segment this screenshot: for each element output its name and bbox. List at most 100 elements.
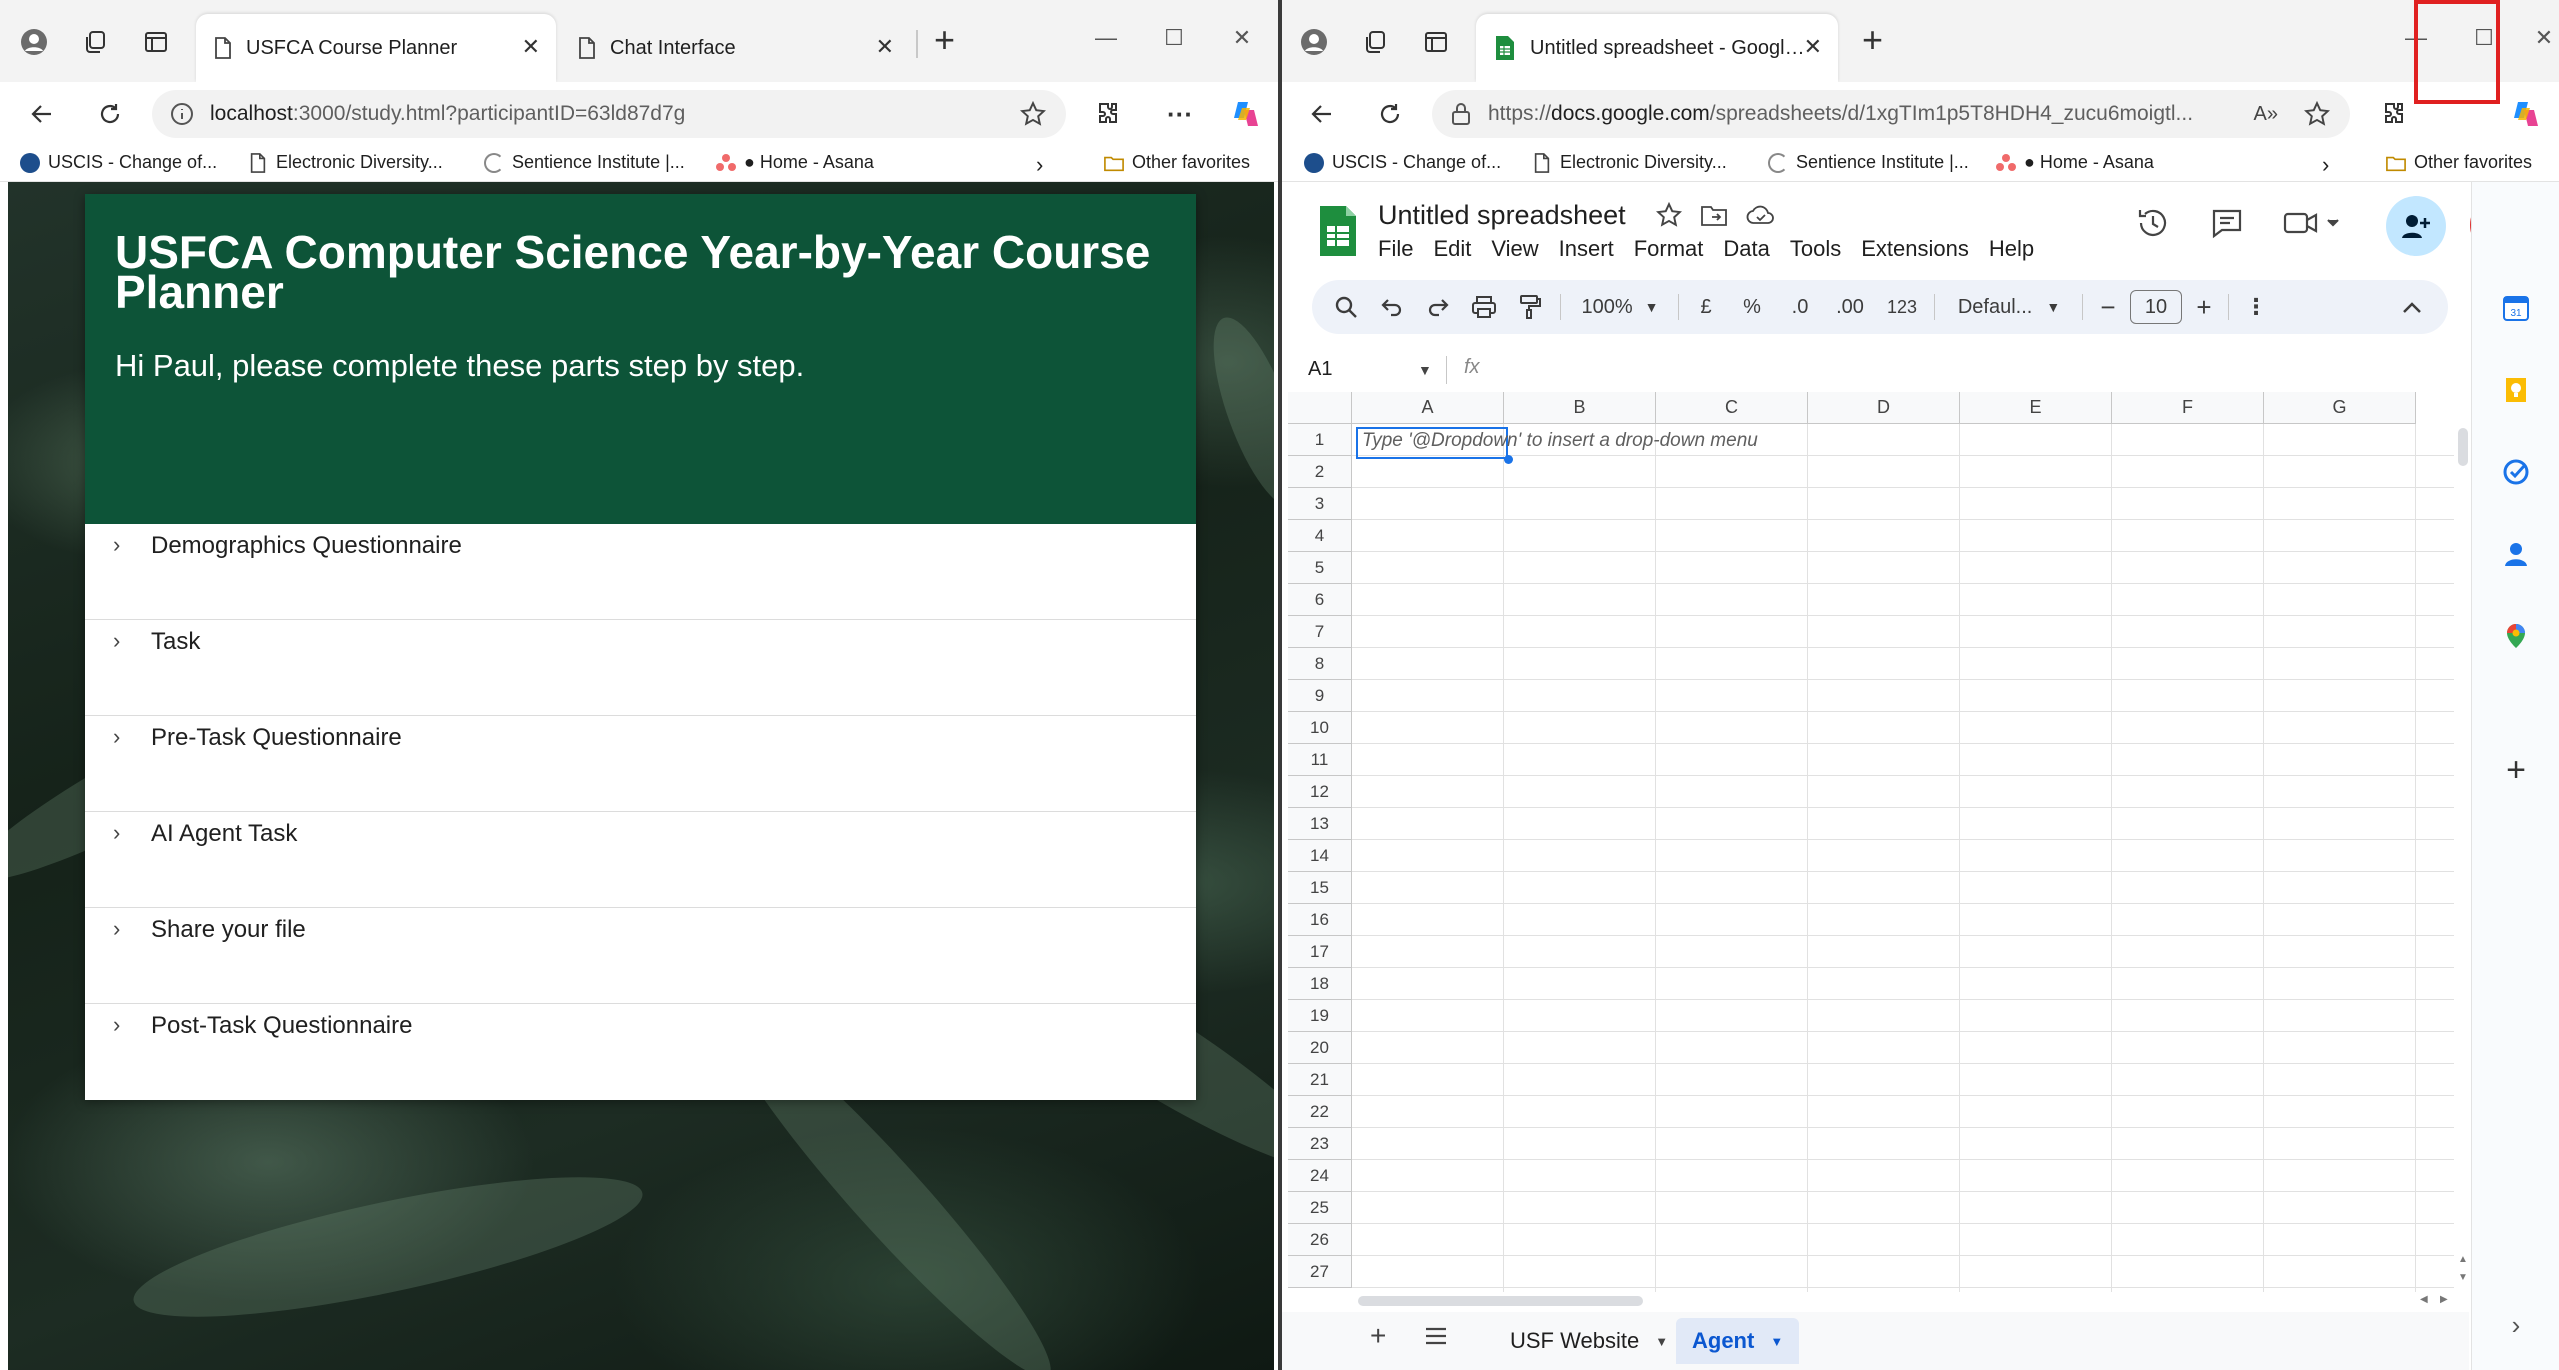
column-header-b[interactable]: B bbox=[1504, 392, 1656, 424]
cloud-saved-icon[interactable] bbox=[1746, 202, 1776, 228]
row-header-24[interactable]: 24 bbox=[1288, 1160, 1352, 1192]
row-header-20[interactable]: 20 bbox=[1288, 1032, 1352, 1064]
scroll-up-arrow-icon[interactable]: ▲ bbox=[2458, 1254, 2468, 1265]
row-header-1[interactable]: 1 bbox=[1288, 424, 1352, 456]
version-history-icon[interactable] bbox=[2136, 206, 2170, 240]
menu-tools[interactable]: Tools bbox=[1790, 236, 1841, 262]
extensions-icon[interactable] bbox=[2372, 92, 2416, 136]
bookmark-asana[interactable]: ● Home - Asana bbox=[1996, 152, 2154, 173]
maximize-button[interactable]: ☐ bbox=[2454, 18, 2514, 58]
row-header-12[interactable]: 12 bbox=[1288, 776, 1352, 808]
search-menus-icon[interactable] bbox=[1326, 280, 1366, 334]
redo-icon[interactable] bbox=[1418, 280, 1458, 334]
vertical-scroll-thumb[interactable] bbox=[2458, 428, 2468, 466]
increase-decimal-button[interactable]: .00 bbox=[1826, 280, 1874, 334]
keep-icon[interactable] bbox=[2502, 376, 2530, 404]
tab-untitled-spreadsheet[interactable]: Untitled spreadsheet - Google Sh ✕ bbox=[1476, 14, 1838, 82]
zoom-select[interactable]: 100% ▼ bbox=[1570, 280, 1670, 334]
print-icon[interactable] bbox=[1464, 280, 1504, 334]
column-header-f[interactable]: F bbox=[2112, 392, 2264, 424]
menu-data[interactable]: Data bbox=[1723, 236, 1769, 262]
collapse-menus-chevron-up-icon[interactable] bbox=[2392, 280, 2432, 334]
section-share-your-file[interactable]: › Share your file bbox=[85, 908, 1196, 1004]
scroll-down-arrow-icon[interactable]: ▼ bbox=[2458, 1272, 2468, 1283]
info-icon[interactable] bbox=[170, 102, 194, 126]
read-aloud-icon[interactable]: A» bbox=[2254, 103, 2278, 126]
contacts-icon[interactable] bbox=[2502, 540, 2530, 568]
menu-edit[interactable]: Edit bbox=[1433, 236, 1471, 262]
row-header-15[interactable]: 15 bbox=[1288, 872, 1352, 904]
scroll-right-arrow-icon[interactable]: ▶ bbox=[2440, 1294, 2448, 1305]
bookmarks-overflow-chevron-icon[interactable]: › bbox=[2322, 152, 2329, 178]
caret-down-icon[interactable]: ▼ bbox=[1770, 1334, 1783, 1349]
fill-handle[interactable] bbox=[1504, 455, 1513, 464]
menu-file[interactable]: File bbox=[1378, 236, 1413, 262]
close-window-button[interactable]: ✕ bbox=[2514, 18, 2559, 58]
maps-icon[interactable] bbox=[2502, 622, 2530, 650]
row-header-16[interactable]: 16 bbox=[1288, 904, 1352, 936]
vertical-tabs-icon[interactable] bbox=[1412, 18, 1460, 66]
scroll-left-arrow-icon[interactable]: ◀ bbox=[2420, 1294, 2428, 1305]
favorite-star-icon[interactable] bbox=[1020, 101, 1046, 127]
more-options-icon[interactable]: ⋮ bbox=[2238, 280, 2274, 334]
column-header-c[interactable]: C bbox=[1656, 392, 1808, 424]
minimize-button[interactable]: — bbox=[1076, 18, 1136, 58]
new-tab-button[interactable]: + bbox=[1862, 22, 1883, 58]
profile-icon[interactable] bbox=[1290, 18, 1338, 66]
section-post-task-questionnaire[interactable]: › Post-Task Questionnaire bbox=[85, 1004, 1196, 1100]
column-header-g[interactable]: G bbox=[2264, 392, 2416, 424]
row-header-9[interactable]: 9 bbox=[1288, 680, 1352, 712]
select-all-corner[interactable] bbox=[1288, 392, 1352, 424]
row-header-19[interactable]: 19 bbox=[1288, 1000, 1352, 1032]
maximize-button[interactable]: ☐ bbox=[1144, 18, 1204, 58]
add-addon-button[interactable]: + bbox=[2502, 753, 2530, 787]
horizontal-scroll-thumb[interactable] bbox=[1358, 1296, 1643, 1306]
tasks-icon[interactable] bbox=[2502, 458, 2530, 486]
sheet-tab-agent[interactable]: Agent ▼ bbox=[1676, 1318, 1800, 1364]
more-formats-button[interactable]: 123 bbox=[1878, 280, 1926, 334]
row-header-6[interactable]: 6 bbox=[1288, 584, 1352, 616]
more-menu-icon[interactable]: ··· bbox=[1158, 92, 1202, 136]
formula-input[interactable] bbox=[1504, 352, 2461, 386]
row-header-2[interactable]: 2 bbox=[1288, 456, 1352, 488]
google-sheets-logo-icon[interactable] bbox=[1318, 204, 1358, 258]
sheet-tab-usf-website[interactable]: USF Website ▼ bbox=[1494, 1318, 1684, 1364]
section-task[interactable]: › Task bbox=[85, 620, 1196, 716]
show-side-panel-chevron-icon[interactable]: › bbox=[2502, 1310, 2530, 1340]
new-tab-button[interactable]: + bbox=[934, 22, 955, 58]
extensions-icon[interactable] bbox=[1086, 92, 1130, 136]
row-header-27[interactable]: 27 bbox=[1288, 1256, 1352, 1288]
document-title[interactable]: Untitled spreadsheet bbox=[1378, 200, 1626, 231]
calendar-icon[interactable]: 31 bbox=[2502, 294, 2530, 322]
row-header-4[interactable]: 4 bbox=[1288, 520, 1352, 552]
name-box[interactable]: A1 ▼ bbox=[1308, 358, 1432, 381]
menu-insert[interactable]: Insert bbox=[1559, 236, 1614, 262]
row-header-5[interactable]: 5 bbox=[1288, 552, 1352, 584]
row-header-3[interactable]: 3 bbox=[1288, 488, 1352, 520]
row-header-18[interactable]: 18 bbox=[1288, 968, 1352, 1000]
move-to-folder-icon[interactable] bbox=[1700, 202, 1728, 228]
bookmark-asana[interactable]: ● Home - Asana bbox=[716, 152, 874, 173]
back-button[interactable] bbox=[20, 92, 64, 136]
section-ai-agent-task[interactable]: › AI Agent Task bbox=[85, 812, 1196, 908]
horizontal-scrollbar[interactable]: ◀ ▶ bbox=[1352, 1292, 2472, 1310]
cell-area[interactable] bbox=[1352, 424, 2454, 1292]
row-header-23[interactable]: 23 bbox=[1288, 1128, 1352, 1160]
back-button[interactable] bbox=[1300, 92, 1344, 136]
workspaces-icon[interactable] bbox=[72, 18, 120, 66]
tab-usfca-course-planner[interactable]: USFCA Course Planner ✕ bbox=[196, 14, 556, 82]
row-header-17[interactable]: 17 bbox=[1288, 936, 1352, 968]
comments-icon[interactable] bbox=[2210, 206, 2244, 240]
lock-icon[interactable] bbox=[1450, 102, 1472, 126]
bookmark-electronic-diversity[interactable]: Electronic Diversity... bbox=[248, 152, 443, 173]
bookmark-sentience-institute[interactable]: Sentience Institute |... bbox=[1768, 152, 1969, 173]
section-demographics-questionnaire[interactable]: › Demographics Questionnaire bbox=[85, 524, 1196, 620]
menu-view[interactable]: View bbox=[1491, 236, 1538, 262]
copilot-icon[interactable] bbox=[2504, 92, 2548, 136]
url-bar[interactable]: localhost:3000/study.html?participantID=… bbox=[152, 90, 1066, 138]
bookmark-uscis[interactable]: USCIS - Change of... bbox=[20, 152, 217, 173]
bookmark-electronic-diversity[interactable]: Electronic Diversity... bbox=[1532, 152, 1727, 173]
section-pre-task-questionnaire[interactable]: › Pre-Task Questionnaire bbox=[85, 716, 1196, 812]
column-header-d[interactable]: D bbox=[1808, 392, 1960, 424]
decrease-decimal-button[interactable]: .0 bbox=[1778, 280, 1822, 334]
